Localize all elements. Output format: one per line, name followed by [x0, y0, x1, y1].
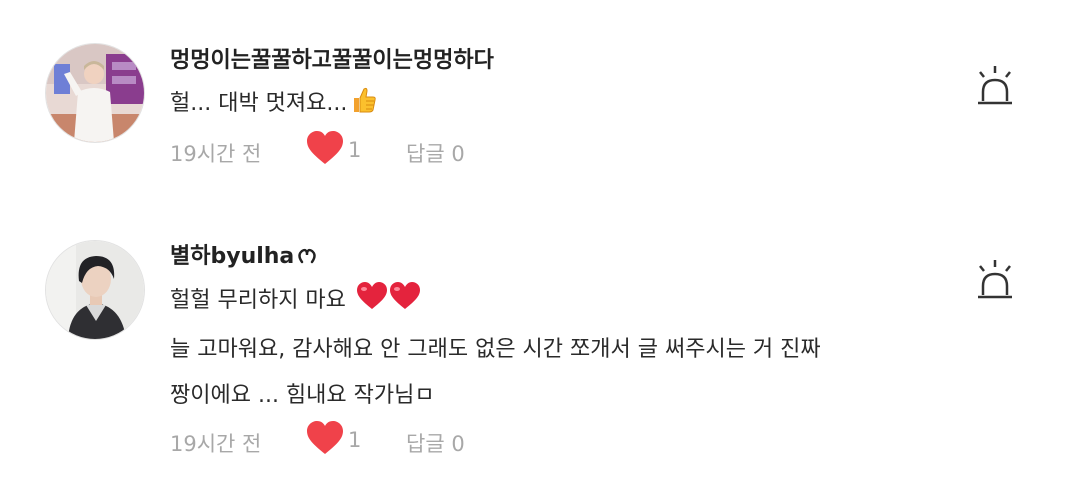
comment-text-line: 헐헐 무리하지 마요 [170, 281, 422, 317]
avatar-image [46, 241, 144, 339]
ribbon-icon [296, 245, 318, 271]
avatar[interactable] [45, 240, 145, 340]
comment-text-line: 짱이에요 ... 힘내요 작가님ㅁ [170, 383, 435, 408]
author-name: 별하byulha [170, 244, 295, 269]
comment-list: 멍멍이는꿀꿀하고꿀꿀이는멍멍하다 헐... 대박 멋져요... 19시간 전 1… [0, 0, 1080, 486]
two-hearts-icon [356, 281, 422, 317]
like-button[interactable]: 1 [306, 420, 366, 460]
siren-icon [978, 260, 1012, 299]
reply-button[interactable]: 답글 0 [406, 428, 465, 458]
heart-icon [307, 421, 343, 454]
comment-item: 별하byulha 헐헐 무리하지 마요 늘 고마워요, 감사해요 안 그래도 없… [0, 0, 1080, 486]
comment-text-line: 늘 고마워요, 감사해요 안 그래도 없은 시간 쪼개서 글 써주시는 거 진짜 [170, 337, 821, 362]
comment-text: 헐헐 무리하지 마요 [170, 288, 346, 313]
comment-timestamp: 19시간 전 [170, 432, 262, 456]
report-button[interactable] [970, 257, 1020, 307]
comment-meta: 19시간 전 1 답글 0 [170, 420, 490, 460]
comment-author[interactable]: 별하byulha [170, 238, 318, 271]
like-count: 1 [348, 428, 362, 452]
